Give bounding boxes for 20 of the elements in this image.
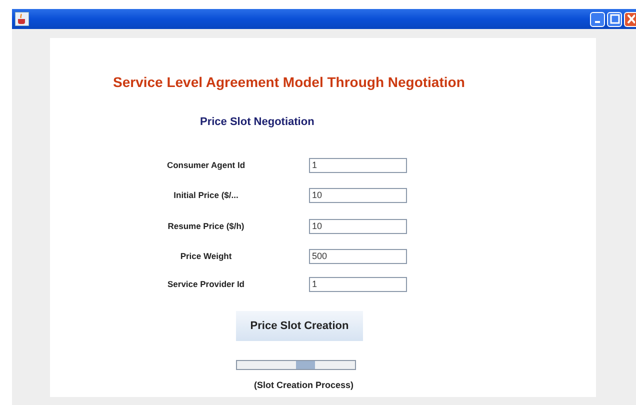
progress-caption: (Slot Creation Process) [254,380,354,390]
minimize-button[interactable] [590,12,605,26]
input-field[interactable]: 1 [309,276,407,292]
close-icon [626,14,634,24]
field-label: Initial Price ($/... [172,190,240,200]
field-label: Resume Price ($/h) [166,221,246,231]
field-label: Service Provider Id [166,279,246,289]
maximize-icon [610,14,620,24]
create-button[interactable]: Price Slot Creation [236,311,363,341]
input-field[interactable]: 10 [309,188,407,202]
input-field[interactable]: 10 [309,218,407,234]
form-heading: Service Level Agreement Model Through Negotiation [113,74,465,90]
field-label: Consumer Agent Id [166,160,246,170]
section-heading: Price Slot Negotiation [200,116,314,128]
maximize-button[interactable] [607,12,622,26]
field-label: Price Weight [179,251,233,261]
close-button[interactable] [624,12,636,26]
coffee-cup-icon [15,12,29,26]
input-field[interactable]: 1 [309,158,407,172]
input-field[interactable]: 500 [309,248,407,264]
